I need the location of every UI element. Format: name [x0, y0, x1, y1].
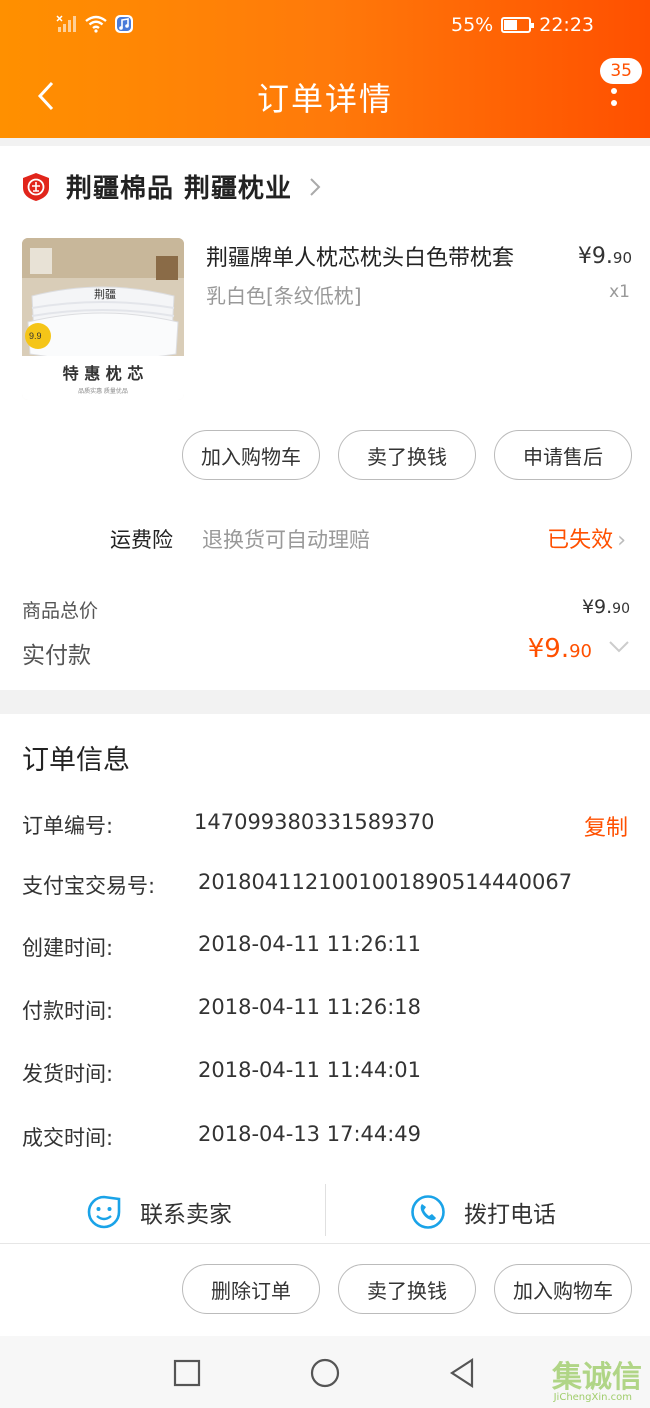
- phone-icon: [411, 1195, 445, 1229]
- order-info-card: 订单信息 订单编号: 147099380331589370 复制 支付宝交易号:…: [0, 714, 650, 1336]
- chevron-down-icon: [609, 641, 629, 653]
- info-label: 付款时间:: [22, 999, 114, 1023]
- header: 55% 22:23 订单详情 35: [0, 0, 650, 138]
- watermark-logo: 集诚信: [552, 1360, 642, 1395]
- back-triangle-icon[interactable]: [446, 1356, 480, 1390]
- image-caption: 特 惠 枕 芯: [63, 364, 144, 383]
- goods-total-value: ¥9.90: [582, 596, 630, 618]
- delete-order-button[interactable]: 删除订单: [182, 1264, 320, 1314]
- insurance-status: 已失效 ›: [547, 522, 626, 554]
- info-label: 支付宝交易号:: [22, 874, 156, 898]
- shipped-time: 2018-04-11 11:44:01: [198, 1058, 422, 1082]
- add-to-cart-button-bottom[interactable]: 加入购物车: [494, 1264, 632, 1314]
- order-product-card: 荆疆棉品 荆疆枕业 荆疆 9.9 特 惠 枕 芯 品质实惠 质量优品 荆疆牌单人…: [0, 146, 650, 690]
- image-subcaption: 品质实惠 质量优品: [78, 387, 128, 395]
- paid-main: ¥9.: [527, 634, 570, 664]
- product-sku: 乳白色[条纹低枕]: [206, 284, 362, 308]
- shop-badge-icon: [23, 172, 49, 201]
- battery-percent: 55%: [451, 14, 494, 36]
- price-tag-text: 9.9: [29, 331, 42, 341]
- insurance-label: 运费险: [110, 528, 173, 552]
- signal-icon: [56, 15, 76, 32]
- clock: 22:23: [539, 14, 594, 36]
- contact-seller-button[interactable]: 联系卖家: [86, 1188, 232, 1236]
- product-quantity: x1: [609, 282, 630, 302]
- created-time: 2018-04-11 11:26:11: [198, 932, 422, 956]
- more-menu-button[interactable]: [604, 82, 624, 112]
- product-image[interactable]: 荆疆 9.9 特 惠 枕 芯 品质实惠 质量优品: [22, 238, 184, 400]
- order-number-row: 订单编号: 147099380331589370 复制: [22, 810, 628, 846]
- after-sale-button[interactable]: 申请售后: [494, 430, 632, 480]
- info-label: 成交时间:: [22, 1126, 114, 1150]
- pillow-brand-text: 荆疆: [94, 288, 116, 301]
- paid-time-row: 付款时间: 2018-04-11 11:26:18: [22, 995, 628, 1031]
- shop-name: 荆疆棉品 荆疆枕业: [66, 174, 293, 204]
- goods-total-main: ¥9.: [581, 596, 613, 618]
- shop-header[interactable]: 荆疆棉品 荆疆枕业: [22, 168, 322, 205]
- status-icons-right: 55% 22:23: [451, 14, 594, 36]
- recents-square-icon[interactable]: [170, 1356, 204, 1390]
- info-label: 订单编号:: [22, 814, 114, 838]
- chevron-right-icon: ›: [617, 528, 626, 553]
- product-title[interactable]: 荆疆牌单人枕芯枕头白色带枕套: [206, 240, 546, 272]
- paid-value: ¥9.90: [528, 634, 592, 664]
- status-icons-left: [56, 14, 134, 34]
- goods-total-row: 商品总价 ¥9.90: [22, 596, 630, 623]
- insurance-desc: 退换货可自动理赔: [202, 528, 370, 552]
- contact-seller-label: 联系卖家: [140, 1202, 232, 1228]
- wifi-icon: [85, 15, 107, 33]
- alipay-trade-number: 2018041121001001890514440067: [198, 870, 573, 894]
- order-info-title: 订单信息: [22, 745, 130, 776]
- dot-icon: [611, 100, 617, 106]
- info-label: 发货时间:: [22, 1062, 114, 1086]
- order-number: 147099380331589370: [194, 810, 435, 834]
- shipping-insurance-row[interactable]: 运费险 退换货可自动理赔 已失效 ›: [0, 518, 650, 558]
- product-price: ¥9.90: [578, 244, 632, 269]
- home-circle-icon[interactable]: [308, 1356, 342, 1390]
- music-app-icon: [115, 15, 133, 33]
- completed-time-row: 成交时间: 2018-04-13 17:44:49: [22, 1122, 628, 1158]
- contact-bar: 联系卖家 拨打电话: [0, 1184, 650, 1244]
- paid-time: 2018-04-11 11:26:18: [198, 995, 422, 1019]
- sell-button-bottom[interactable]: 卖了换钱: [338, 1264, 476, 1314]
- add-to-cart-button[interactable]: 加入购物车: [182, 430, 320, 480]
- copy-button[interactable]: 复制: [584, 810, 628, 842]
- info-label: 创建时间:: [22, 936, 114, 960]
- price-decimal: 90: [612, 249, 632, 267]
- status-bar: 55% 22:23: [0, 0, 650, 52]
- created-time-row: 创建时间: 2018-04-11 11:26:11: [22, 932, 628, 968]
- paid-amount-row[interactable]: 实付款 ¥9.90: [22, 634, 630, 670]
- watermark-url: JiChengXin.com: [553, 1392, 632, 1403]
- goods-total-decimal: 90: [612, 601, 630, 617]
- completed-time: 2018-04-13 17:44:49: [198, 1122, 422, 1146]
- chat-face-icon: [87, 1195, 121, 1229]
- divider: [325, 1184, 326, 1236]
- alipay-trade-row: 支付宝交易号: 2018041121001001890514440067: [22, 870, 628, 906]
- call-phone-button[interactable]: 拨打电话: [410, 1188, 556, 1236]
- sell-button[interactable]: 卖了换钱: [338, 430, 476, 480]
- shipped-time-row: 发货时间: 2018-04-11 11:44:01: [22, 1058, 628, 1094]
- message-badge[interactable]: 35: [600, 58, 642, 84]
- dot-icon: [611, 88, 617, 94]
- page-title: 订单详情: [256, 80, 393, 118]
- goods-total-label: 商品总价: [22, 600, 99, 622]
- insurance-status-text: 已失效: [547, 528, 614, 553]
- chevron-right-icon: [310, 177, 321, 196]
- paid-decimal: 90: [569, 641, 592, 662]
- call-phone-label: 拨打电话: [464, 1202, 556, 1228]
- battery-icon: [501, 17, 535, 33]
- pillow-image: 荆疆 9.9 特 惠 枕 芯 品质实惠 质量优品: [22, 238, 184, 400]
- paid-label: 实付款: [22, 643, 91, 669]
- price-main: ¥9.: [577, 244, 613, 269]
